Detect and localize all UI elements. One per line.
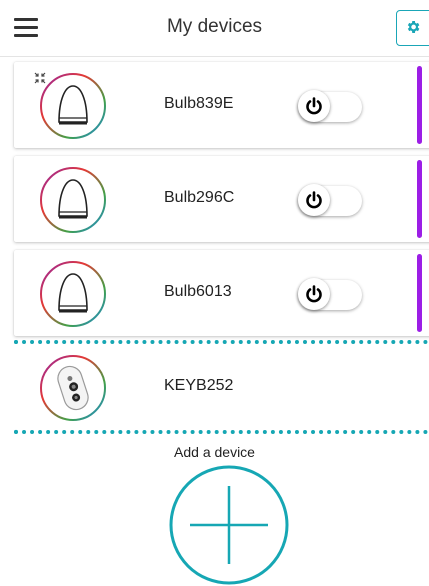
device-name: Bulb296C: [164, 189, 235, 206]
gear-icon: [407, 21, 420, 33]
power-toggle[interactable]: [298, 90, 362, 122]
bulb-icon: [40, 167, 106, 233]
power-knob[interactable]: [298, 278, 330, 310]
device-card-bulb839e[interactable]: Bulb839E: [14, 62, 429, 148]
settings-button[interactable]: [396, 10, 429, 46]
power-knob[interactable]: [298, 90, 330, 122]
app-header: My devices: [0, 0, 429, 57]
device-name: Bulb6013: [164, 283, 232, 300]
device-card-keyb252[interactable]: KEYB252: [14, 344, 429, 428]
power-icon: [306, 191, 322, 209]
power-toggle[interactable]: [298, 278, 362, 310]
brightness-level-bar: [417, 66, 422, 144]
power-toggle[interactable]: [298, 184, 362, 216]
plus-circle-icon[interactable]: [168, 464, 290, 586]
device-name: Bulb839E: [164, 95, 234, 112]
device-name: KEYB252: [164, 377, 234, 394]
device-card-bulb296c[interactable]: Bulb296C: [14, 156, 429, 242]
brightness-level-bar: [417, 254, 422, 332]
add-device-label: Add a device: [174, 444, 255, 460]
bulb-icon: [40, 73, 106, 139]
power-knob[interactable]: [298, 184, 330, 216]
power-icon: [306, 97, 322, 115]
bulb-icon: [40, 261, 106, 327]
brightness-level-bar: [417, 160, 422, 238]
remote-keyfob-icon: [40, 355, 106, 421]
device-card-bulb6013[interactable]: Bulb6013: [14, 250, 429, 336]
page-title: My devices: [166, 16, 263, 37]
power-icon: [306, 285, 322, 303]
